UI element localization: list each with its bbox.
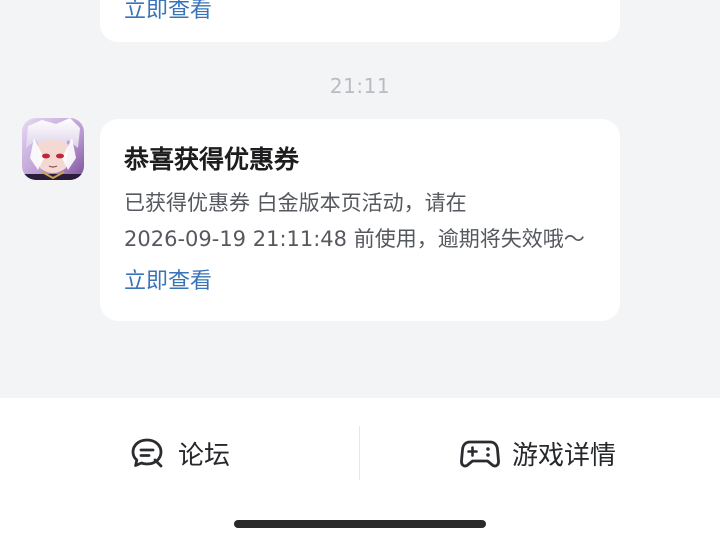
gamepad-icon — [460, 440, 500, 468]
tab-divider — [359, 426, 360, 480]
forum-tab-label: 论坛 — [178, 440, 231, 471]
message-body-line-2: 2026-09-19 21:11:48 前使用，逾期将失效哦～ — [124, 227, 585, 251]
anime-character-avatar-icon — [22, 118, 84, 180]
sender-avatar[interactable] — [22, 118, 84, 180]
message-timestamp: 21:11 — [329, 74, 391, 98]
game-details-tab[interactable]: 游戏详情 — [460, 428, 616, 478]
bottom-navigation: 论坛 游戏详情 — [0, 398, 720, 540]
home-indicator[interactable] — [234, 520, 486, 528]
view-now-link[interactable]: 立即查看 — [124, 267, 212, 297]
message-body-line-1: 已获得优惠券 白金版本页活动，请在 — [124, 191, 467, 215]
chat-bubble-icon — [131, 438, 163, 468]
forum-tab[interactable]: 论坛 — [128, 428, 230, 478]
previous-view-now-link[interactable]: 立即查看 — [124, 0, 212, 26]
previous-message-card: 立即查看 — [100, 0, 620, 42]
message-body: 已获得优惠券 白金版本页活动，请在 2026-09-19 21:11:48 前使… — [124, 185, 610, 257]
game-details-tab-label: 游戏详情 — [512, 440, 617, 471]
message-title: 恭喜获得优惠券 — [124, 145, 300, 174]
notification-page: 立即查看 21:11 恭喜获得优惠券 已获得优惠券 白金版本页活动，请在 202… — [0, 0, 720, 540]
coupon-message-card: 恭喜获得优惠券 已获得优惠券 白金版本页活动，请在 2026-09-19 21:… — [100, 119, 620, 321]
